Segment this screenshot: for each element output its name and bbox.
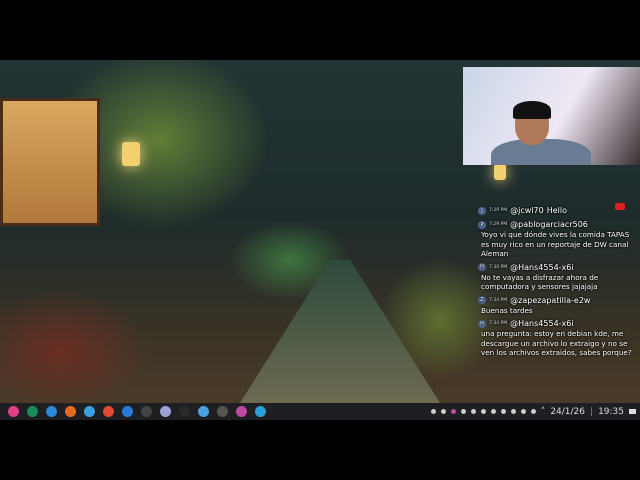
system-tray: ˄ 24/1/26 | 19:35 (430, 403, 636, 420)
app-a-icon[interactable] (179, 406, 190, 417)
show-desktop-icon[interactable] (629, 409, 636, 414)
webcam-overlay (463, 67, 640, 165)
wifi-icon[interactable] (520, 409, 526, 414)
terminal-icon[interactable] (141, 406, 152, 417)
app-green-icon[interactable] (27, 406, 38, 417)
avatar: P (478, 220, 486, 229)
brave-icon[interactable] (103, 406, 114, 417)
message-text: Buenas tardes (481, 305, 533, 315)
chat-message: Z 7:34 PM @zapezapatilla-e2w Buenas tardes (478, 295, 638, 316)
bluetooth-icon[interactable] (490, 409, 496, 414)
tray-update-icon[interactable] (440, 409, 446, 414)
telegram-icon[interactable] (255, 406, 266, 417)
chat-message: H 7:34 PM @Hans4554-x6i una pregunta: esto… (478, 318, 638, 358)
app-blue-icon[interactable] (84, 406, 95, 417)
clock-time[interactable]: 19:35 (598, 407, 624, 417)
chat-message: H 7:30 PM @Hans4554-x6i No te vayas a disf… (478, 262, 638, 292)
tray-status-icon[interactable] (430, 409, 436, 414)
avatar: Z (478, 296, 486, 304)
username: @zapezapatilla-e2w (510, 295, 591, 305)
live-chat: J 7:29 PM @jcwl70 Hello P 7:29 PM @pablogarci… (478, 205, 638, 361)
message-text: Hello (546, 206, 567, 215)
avatar: H (478, 319, 486, 328)
tray-app-icon[interactable] (450, 409, 456, 414)
ghost-icon[interactable] (160, 406, 171, 417)
username: @Hans4554-x6i (510, 262, 574, 272)
timestamp: 7:34 PM (489, 321, 508, 326)
desktop: J 7:29 PM @jcwl70 Hello P 7:29 PM @pablogarci… (0, 60, 640, 420)
clipboard-icon[interactable] (470, 409, 476, 414)
app-pink-icon[interactable] (236, 406, 247, 417)
avatar: H (478, 263, 486, 271)
message-text: una pregunta: estoy en debian kde, me de… (481, 329, 632, 357)
debian-menu-icon[interactable] (8, 406, 19, 417)
taskbar-apps (0, 406, 266, 417)
tray-obs-icon[interactable] (480, 409, 486, 414)
app-globe-icon[interactable] (198, 406, 209, 417)
obs-icon[interactable] (217, 406, 228, 417)
lamp (122, 142, 140, 166)
timestamp: 7:30 PM (489, 264, 508, 270)
firefox-icon[interactable] (65, 406, 76, 417)
chat-message: P 7:29 PM @pablogarciacr506 Yoyo vi que dó… (478, 219, 638, 259)
timestamp: 7:29 PM (489, 208, 508, 213)
username: @pablogarciacr506 (510, 220, 588, 229)
message-text: Yoyo vi que dónde vives la comida TAPAS … (481, 230, 630, 258)
tray-expand-icon[interactable]: ˄ (541, 407, 546, 417)
username: @jcwl70 (510, 206, 544, 215)
message-text: No te vayas a disfrazar ahora de computa… (481, 272, 599, 292)
wallpaper-window (0, 98, 100, 226)
timestamp: 7:34 PM (489, 297, 508, 303)
alley-path (240, 260, 440, 403)
microphone-icon[interactable] (510, 409, 516, 414)
avatar: J (478, 206, 486, 215)
taskbar: ˄ 24/1/26 | 19:35 (0, 403, 640, 420)
telegram-tray-icon[interactable] (460, 409, 466, 414)
clock-date[interactable]: 24/1/26 (550, 407, 585, 417)
timestamp: 7:29 PM (489, 222, 508, 227)
username: @Hans4554-x6i (510, 319, 574, 328)
lamp (494, 164, 506, 180)
chat-message: J 7:29 PM @jcwl70 Hello (478, 205, 638, 216)
dolphin-icon[interactable] (46, 406, 57, 417)
settings-icon[interactable] (500, 409, 506, 414)
volume-icon[interactable] (530, 409, 536, 414)
files-icon[interactable] (122, 406, 133, 417)
